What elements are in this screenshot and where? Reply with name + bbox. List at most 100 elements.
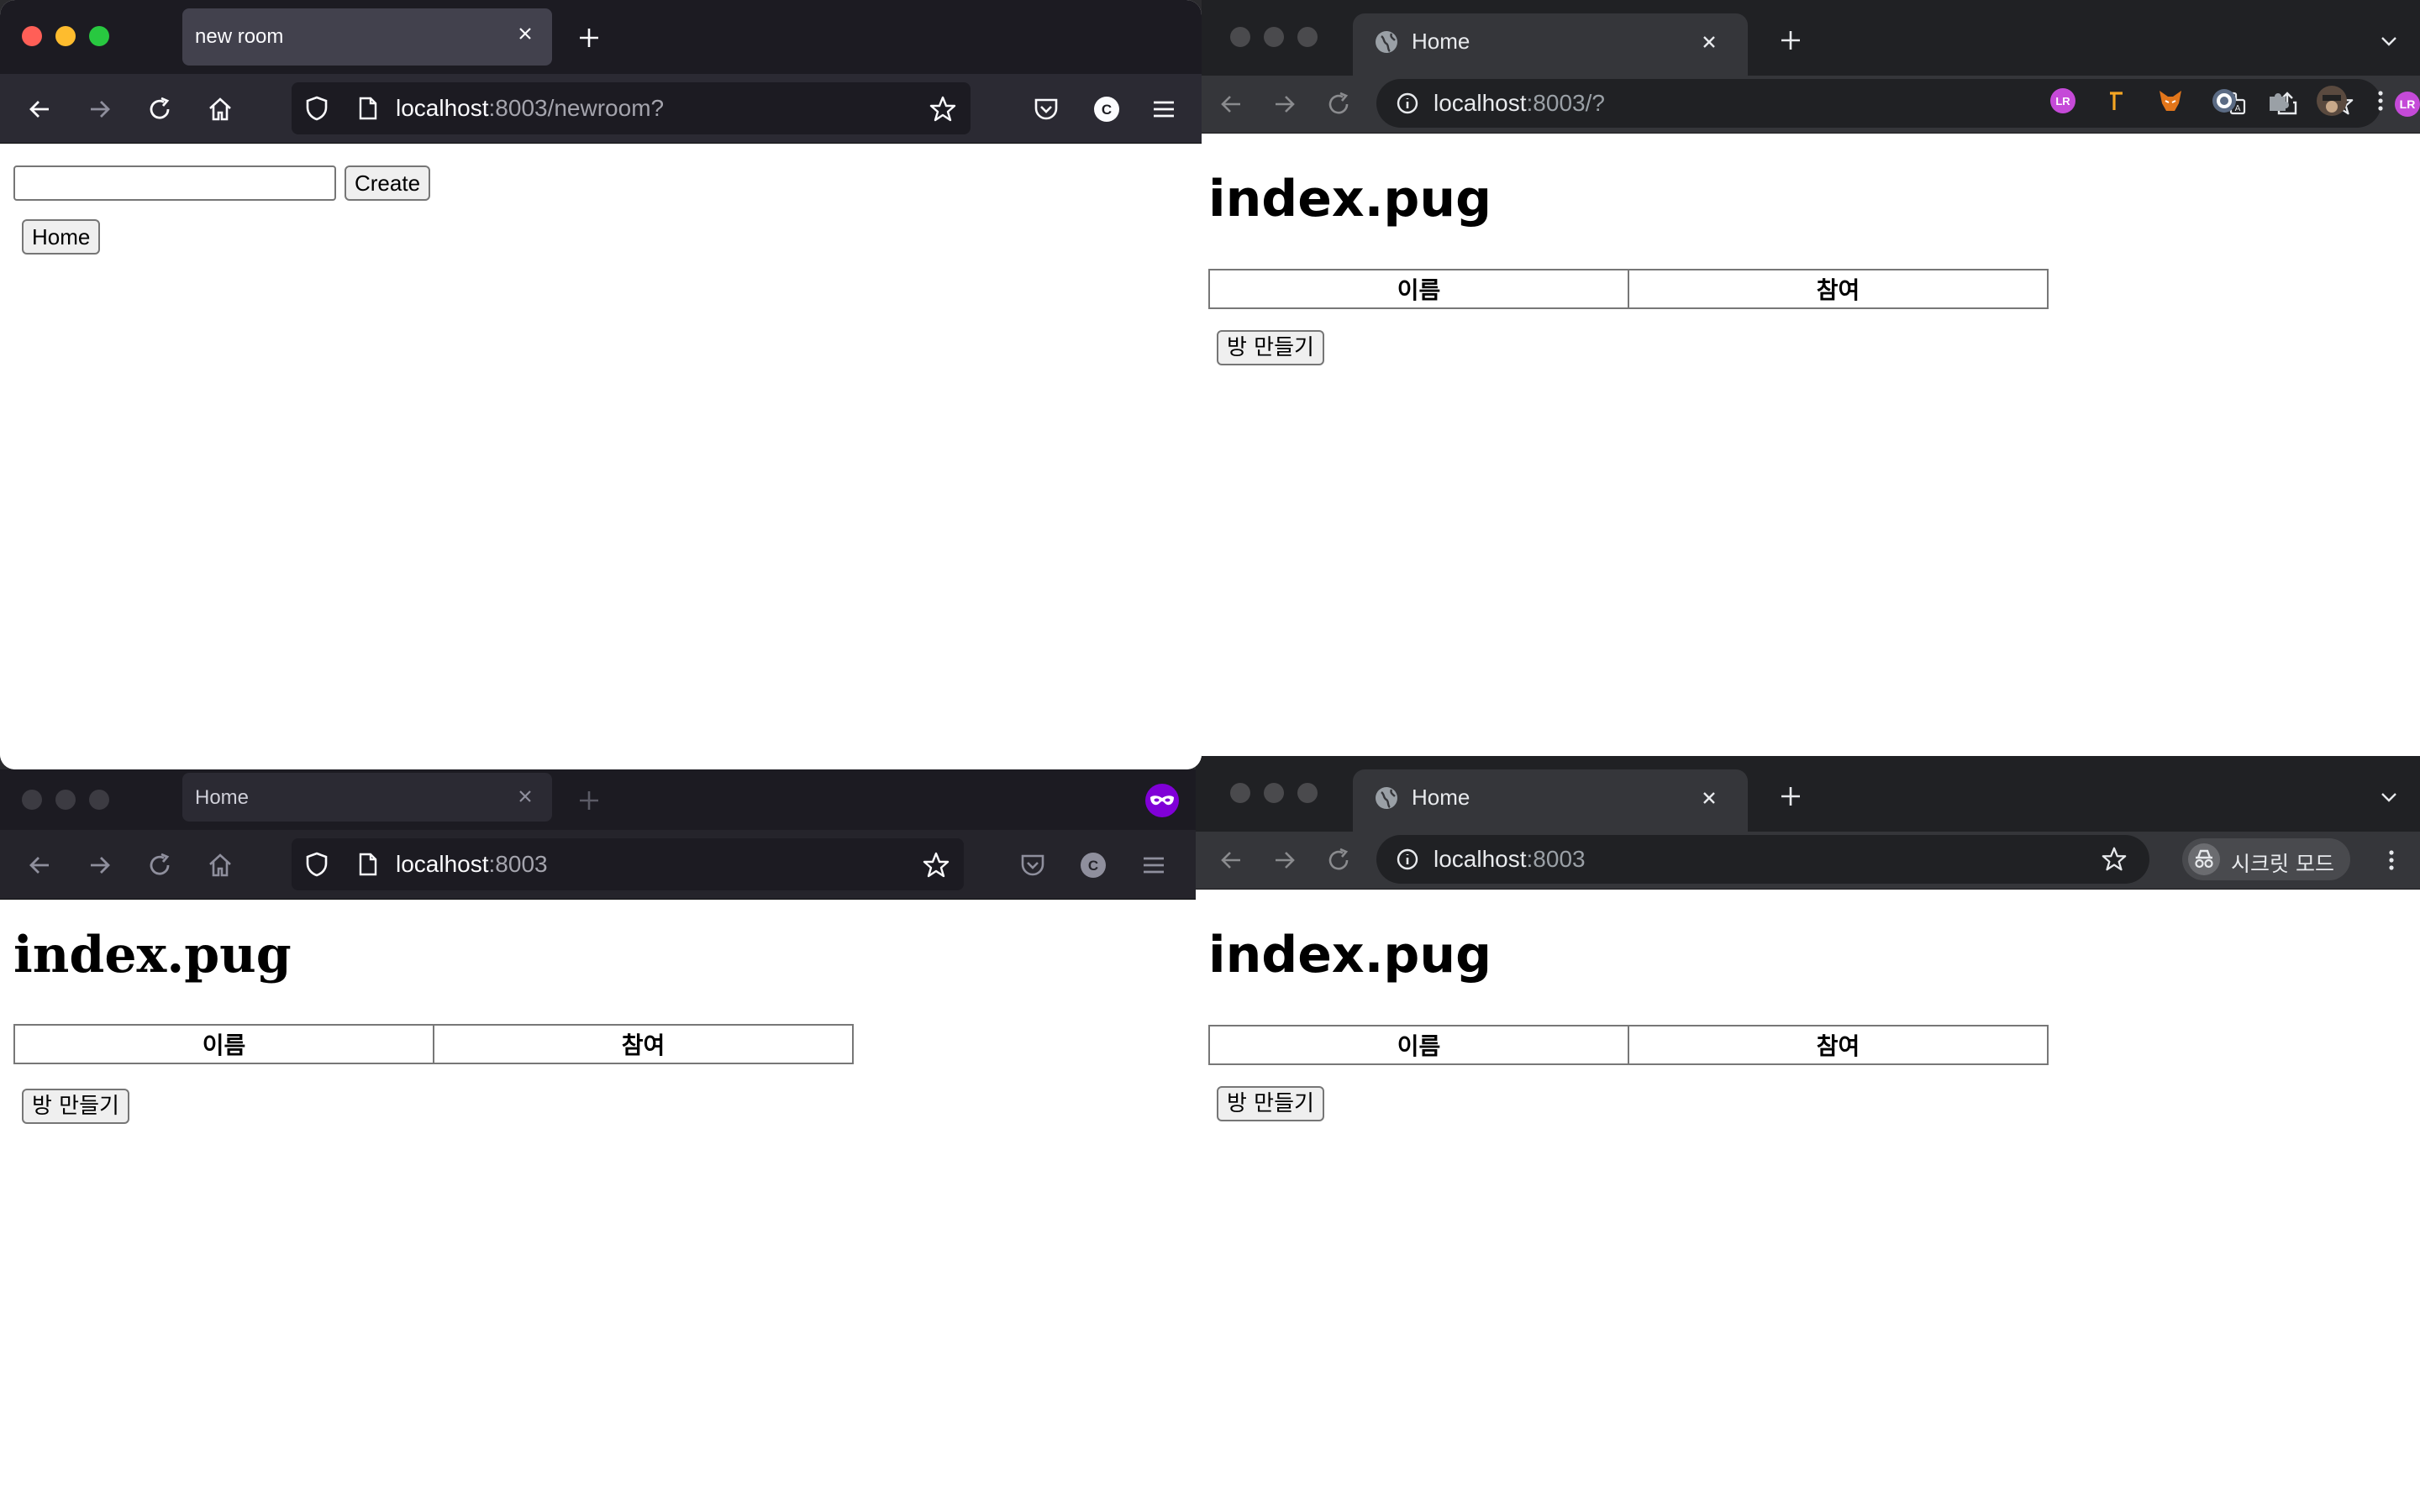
page-heading: index.pug bbox=[13, 926, 292, 984]
tab-home[interactable]: Home bbox=[1353, 769, 1748, 832]
back-icon[interactable] bbox=[25, 95, 54, 123]
navigation-toolbar: localhost:8003/newroom? C bbox=[0, 74, 1202, 144]
tab-new-room[interactable]: new room bbox=[182, 8, 552, 66]
extension-profile-icon[interactable]: LR bbox=[2393, 90, 2420, 118]
menu-icon[interactable] bbox=[1150, 95, 1178, 123]
table-header-row: 이름 참여 bbox=[13, 1024, 854, 1064]
minimize-window-button[interactable] bbox=[1264, 27, 1284, 47]
close-window-button[interactable] bbox=[22, 26, 42, 46]
column-header-name: 이름 bbox=[13, 1024, 434, 1064]
extension-ring-icon[interactable] bbox=[2210, 87, 2238, 115]
make-room-button[interactable]: 방 만들기 bbox=[1217, 330, 1324, 365]
extension-bracket-icon[interactable] bbox=[2102, 87, 2131, 115]
reload-icon[interactable] bbox=[1324, 90, 1353, 118]
back-icon[interactable] bbox=[1217, 90, 1245, 118]
home-icon[interactable] bbox=[206, 95, 234, 123]
new-tab-icon[interactable] bbox=[1778, 28, 1803, 53]
star-icon[interactable] bbox=[929, 95, 957, 123]
close-window-button[interactable] bbox=[1230, 27, 1250, 47]
home-button[interactable]: Home bbox=[22, 219, 101, 255]
extensions-area: LR bbox=[2042, 84, 2395, 118]
url-text: localhost:8003/newroom? bbox=[396, 95, 664, 122]
star-icon[interactable] bbox=[922, 851, 950, 879]
forward-icon[interactable] bbox=[1270, 846, 1299, 874]
tab-strip: Home bbox=[1196, 756, 2420, 832]
forward-icon[interactable] bbox=[86, 851, 114, 879]
close-tab-icon[interactable] bbox=[513, 22, 537, 45]
tab-home[interactable]: Home bbox=[1353, 13, 1748, 76]
globe-icon bbox=[1376, 787, 1397, 809]
shield-icon[interactable] bbox=[303, 95, 330, 122]
address-bar[interactable]: localhost:8003/newroom? bbox=[292, 82, 971, 134]
room-name-input[interactable] bbox=[13, 165, 336, 201]
kebab-menu-icon[interactable] bbox=[2368, 88, 2393, 113]
minimize-window-button[interactable] bbox=[55, 26, 76, 46]
tab-home[interactable]: Home bbox=[182, 773, 552, 822]
url-host: localhost bbox=[396, 95, 489, 121]
tab-strip: new room bbox=[0, 0, 1202, 74]
metamask-fox-icon[interactable] bbox=[2156, 87, 2185, 115]
new-tab-icon[interactable] bbox=[576, 25, 602, 50]
firefox-window-new-room: new room localhost:8003/newroom? C Creat… bbox=[0, 0, 1202, 769]
tab-title: Home bbox=[1412, 29, 1470, 54]
info-icon[interactable] bbox=[1395, 847, 1420, 872]
tab-title: Home bbox=[195, 786, 250, 809]
forward-icon[interactable] bbox=[86, 95, 114, 123]
maximize-window-button[interactable] bbox=[1297, 783, 1318, 803]
address-bar[interactable]: localhost:8003 bbox=[1376, 835, 2149, 884]
maximize-window-button[interactable] bbox=[89, 26, 109, 46]
account-icon[interactable]: C bbox=[1092, 95, 1121, 123]
kebab-menu-icon[interactable] bbox=[2379, 848, 2404, 873]
page-content: index.pug 이름 참여 방 만들기 bbox=[1202, 134, 2420, 756]
account-icon[interactable]: C bbox=[1079, 851, 1107, 879]
tab-search-chevron-icon[interactable] bbox=[2378, 786, 2400, 808]
info-icon[interactable] bbox=[1395, 91, 1420, 116]
private-browsing-mask-icon bbox=[1145, 784, 1179, 817]
extensions-puzzle-icon[interactable] bbox=[2264, 87, 2292, 115]
column-header-join: 참여 bbox=[1628, 269, 2049, 309]
table-header-row: 이름 참여 bbox=[1208, 1025, 2049, 1065]
forward-icon[interactable] bbox=[1270, 90, 1299, 118]
close-window-button[interactable] bbox=[1230, 783, 1250, 803]
back-icon[interactable] bbox=[25, 851, 54, 879]
incognito-badge[interactable]: 시크릿 모드 bbox=[2182, 838, 2350, 880]
close-tab-icon[interactable] bbox=[1697, 30, 1721, 54]
pocket-icon[interactable] bbox=[1032, 95, 1060, 123]
back-icon[interactable] bbox=[1217, 846, 1245, 874]
pocket-icon[interactable] bbox=[1018, 851, 1047, 879]
star-icon[interactable] bbox=[2101, 846, 2128, 873]
home-icon[interactable] bbox=[206, 851, 234, 879]
column-header-join: 참여 bbox=[1628, 1025, 2049, 1065]
address-bar[interactable]: localhost:8003 bbox=[292, 838, 964, 890]
url-host: localhost bbox=[396, 851, 489, 877]
extension-lr-icon[interactable]: LR bbox=[2049, 87, 2077, 115]
make-room-button[interactable]: 방 만들기 bbox=[1217, 1086, 1324, 1121]
close-tab-icon[interactable] bbox=[513, 785, 537, 808]
make-room-button[interactable]: 방 만들기 bbox=[22, 1089, 129, 1124]
page-content: index.pug 이름 참여 방 만들기 bbox=[0, 900, 1196, 1512]
create-button[interactable]: Create bbox=[345, 165, 431, 201]
shield-icon[interactable] bbox=[303, 851, 330, 878]
menu-icon[interactable] bbox=[1139, 851, 1168, 879]
minimize-window-button[interactable] bbox=[1264, 783, 1284, 803]
minimize-window-button[interactable] bbox=[55, 790, 76, 810]
svg-text:C: C bbox=[1088, 858, 1098, 874]
close-window-button[interactable] bbox=[22, 790, 42, 810]
chrome-incognito-window-home: Home localhost:8003 시크릿 모드 index.pug 이름 … bbox=[1196, 756, 2420, 1512]
reload-icon[interactable] bbox=[145, 95, 174, 123]
avatar-icon[interactable] bbox=[2316, 85, 2348, 117]
maximize-window-button[interactable] bbox=[1297, 27, 1318, 47]
reload-icon[interactable] bbox=[1324, 846, 1353, 874]
close-tab-icon[interactable] bbox=[1697, 786, 1721, 810]
page-heading: index.pug bbox=[1208, 926, 1492, 984]
maximize-window-button[interactable] bbox=[89, 790, 109, 810]
new-tab-icon[interactable] bbox=[1778, 784, 1803, 809]
page-heading: index.pug bbox=[1208, 170, 1492, 228]
tab-search-chevron-icon[interactable] bbox=[2378, 30, 2400, 52]
reload-icon[interactable] bbox=[145, 851, 174, 879]
navigation-toolbar: localhost:8003 시크릿 모드 bbox=[1196, 832, 2420, 890]
new-tab-icon[interactable] bbox=[576, 788, 602, 813]
tab-title: new room bbox=[195, 25, 284, 48]
incognito-label: 시크릿 모드 bbox=[2231, 852, 2334, 876]
column-header-name: 이름 bbox=[1208, 1025, 1629, 1065]
